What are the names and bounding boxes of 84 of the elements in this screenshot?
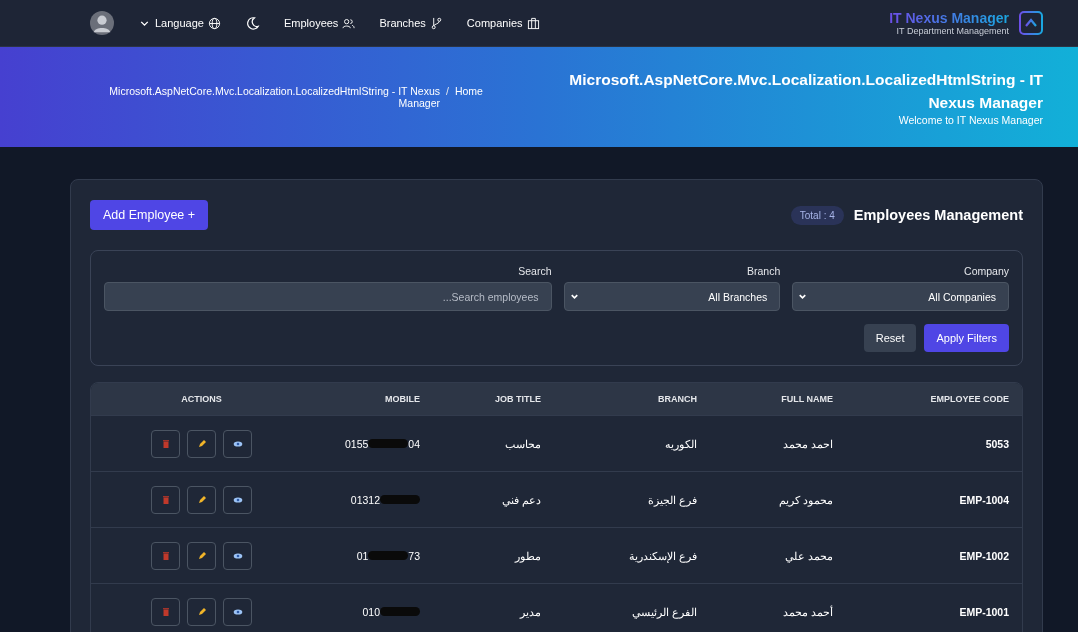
pencil-icon — [196, 550, 207, 561]
delete-button[interactable] — [151, 485, 180, 514]
view-button[interactable] — [223, 541, 252, 570]
nav-link[interactable]: Branches — [379, 16, 443, 30]
view-button[interactable] — [223, 485, 252, 514]
brand-tagline: IT Department Management — [896, 26, 1009, 36]
section-title: Employees Management — [853, 207, 1023, 223]
trash-icon — [160, 550, 171, 561]
field-label: Search — [518, 265, 552, 277]
pencil-icon — [196, 606, 207, 617]
mobile-number: 01 — [356, 549, 369, 562]
table-cell: الفرع الرئيسي — [554, 583, 710, 632]
trash-icon — [160, 494, 171, 505]
delete-button[interactable] — [151, 429, 180, 458]
breadcrumb-link[interactable]: Microsoft.AspNetCore.Mvc.Localization.LocalizedHtmlString - IT Nexus Manager — [95, 85, 440, 109]
briefcase-icon — [526, 16, 540, 30]
view-button[interactable] — [223, 597, 252, 626]
table-cell: محاسب — [433, 415, 554, 472]
table-cell: 5053 — [846, 415, 1022, 472]
view-button[interactable] — [223, 429, 252, 458]
eye-icon — [232, 606, 243, 617]
table-cell: فرع الإسكندرية — [554, 527, 710, 584]
redaction-mark — [368, 551, 409, 560]
column-header: EMPLOYEE CODE — [846, 383, 1022, 416]
trash-icon — [160, 438, 171, 449]
eye-icon — [232, 550, 243, 561]
mobile-number: 73 — [408, 549, 420, 562]
page-subtitle: Welcome to IT Nexus Manager — [898, 114, 1043, 126]
breadcrumb-current: Home — [454, 85, 483, 97]
table-cell: محمد علي — [710, 527, 846, 584]
mobile-number: 04 — [408, 437, 420, 450]
breadcrumb-separator: / — [446, 85, 449, 97]
avatar-icon[interactable] — [90, 11, 114, 35]
eye-icon — [232, 494, 243, 505]
trash-icon — [160, 606, 171, 617]
delete-button[interactable] — [151, 597, 180, 626]
table-cell: دعم فني — [433, 471, 554, 528]
table-cell: محمود كريم — [710, 471, 846, 528]
edit-button[interactable] — [187, 597, 216, 626]
table-cell: أحمد محمد — [710, 583, 846, 632]
language-menu[interactable]: Language — [138, 16, 221, 30]
company-select[interactable]: All Companies — [792, 282, 1009, 311]
column-header: BRANCH — [554, 383, 710, 416]
table-cell: الكوريه — [554, 415, 710, 472]
edit-button[interactable] — [187, 485, 216, 514]
mobile-number: 01312 — [350, 493, 380, 506]
users-icon — [342, 16, 356, 30]
table-cell: مدير — [433, 583, 554, 632]
apply-filters-button[interactable]: Apply Filters — [924, 324, 1009, 352]
pencil-icon — [196, 438, 207, 449]
table-cell: EMP-1001 — [846, 583, 1022, 632]
branch-select[interactable]: All Branches — [563, 282, 781, 311]
mobile-number: 0155 — [344, 437, 369, 450]
logo-icon[interactable] — [1019, 11, 1043, 35]
branch-icon — [429, 16, 443, 30]
field-label: Branch — [747, 265, 781, 277]
column-header: FULL NAME — [710, 383, 846, 416]
redaction-mark — [380, 495, 420, 504]
table-cell: مطور — [433, 527, 554, 584]
pencil-icon — [196, 494, 207, 505]
nav-link[interactable]: Employees — [283, 16, 356, 30]
edit-button[interactable] — [187, 429, 216, 458]
reset-button[interactable]: Reset — [863, 324, 917, 352]
eye-icon — [232, 438, 243, 449]
table-cell: EMP-1002 — [846, 527, 1022, 584]
column-header: ACTIONS — [91, 383, 312, 416]
redaction-mark — [368, 439, 409, 448]
table-cell: فرع الجيزة — [554, 471, 710, 528]
edit-button[interactable] — [187, 541, 216, 570]
nav-link[interactable]: Companies — [466, 16, 540, 30]
total-badge: Total : 4 — [790, 205, 844, 225]
add-employee-button[interactable]: Add Employee + — [90, 200, 209, 230]
column-header: MOBILE — [312, 383, 433, 416]
column-header: JOB TITLE — [433, 383, 554, 416]
table-cell: احمد محمد — [710, 415, 846, 472]
delete-button[interactable] — [151, 541, 180, 570]
page-title: Microsoft.AspNetCore.Mvc.Localization.LocalizedHtmlString - IT Nexus Manager — [568, 70, 1043, 113]
mobile-number: 010 — [362, 605, 380, 618]
redaction-mark — [380, 607, 420, 616]
search-field[interactable]: ...Search employees — [104, 282, 552, 311]
globe-icon — [207, 16, 221, 30]
table-cell: EMP-1004 — [846, 471, 1022, 528]
moon-icon[interactable] — [244, 15, 260, 31]
field-label: Company — [964, 265, 1009, 277]
